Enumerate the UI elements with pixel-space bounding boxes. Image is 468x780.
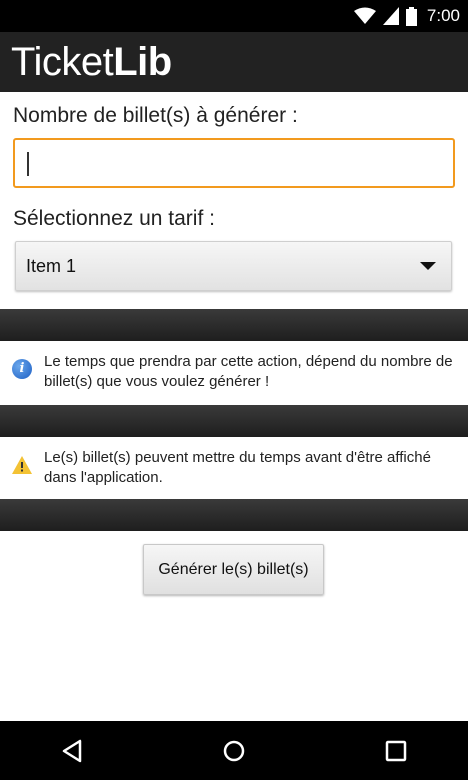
- recents-icon[interactable]: [383, 738, 409, 764]
- tarif-selected-value: Item 1: [26, 256, 77, 276]
- quantity-label: Nombre de billet(s) à générer :: [13, 104, 298, 127]
- warning-note-text: Le(s) billet(s) peuvent mettre du temps …: [44, 449, 431, 486]
- tarif-label: Sélectionnez un tarif :: [13, 207, 215, 230]
- info-note: i Le temps que prendra par cette action,…: [0, 341, 468, 405]
- battery-icon: [405, 6, 417, 26]
- home-icon[interactable]: [221, 738, 247, 764]
- app-bar: TicketLib: [0, 32, 468, 92]
- signal-icon: [382, 7, 399, 25]
- divider-band: [0, 405, 468, 437]
- info-icon: i: [12, 359, 32, 379]
- status-clock: 7:00: [426, 6, 460, 25]
- warning-icon: [12, 456, 32, 476]
- dropdown-arrow-icon: [420, 262, 436, 270]
- quantity-input[interactable]: [13, 138, 455, 188]
- back-icon[interactable]: [60, 738, 86, 764]
- divider-band: [0, 309, 468, 341]
- text-caret: [27, 152, 29, 176]
- wifi-icon: [353, 7, 376, 24]
- app-title-regular: Ticket: [11, 40, 114, 84]
- info-note-text: Le temps que prendra par cette action, d…: [44, 353, 453, 390]
- status-icons: 7:00: [353, 4, 460, 28]
- navigation-bar: [0, 721, 468, 780]
- app-title: TicketLib: [11, 38, 172, 86]
- divider-band: [0, 499, 468, 531]
- generate-tickets-button[interactable]: Générer le(s) billet(s): [143, 544, 324, 595]
- status-bar: 7:00: [0, 0, 468, 32]
- tarif-dropdown[interactable]: Item 1: [15, 241, 452, 291]
- app-title-bold: Lib: [113, 40, 172, 84]
- warning-note: Le(s) billet(s) peuvent mettre du temps …: [0, 437, 468, 499]
